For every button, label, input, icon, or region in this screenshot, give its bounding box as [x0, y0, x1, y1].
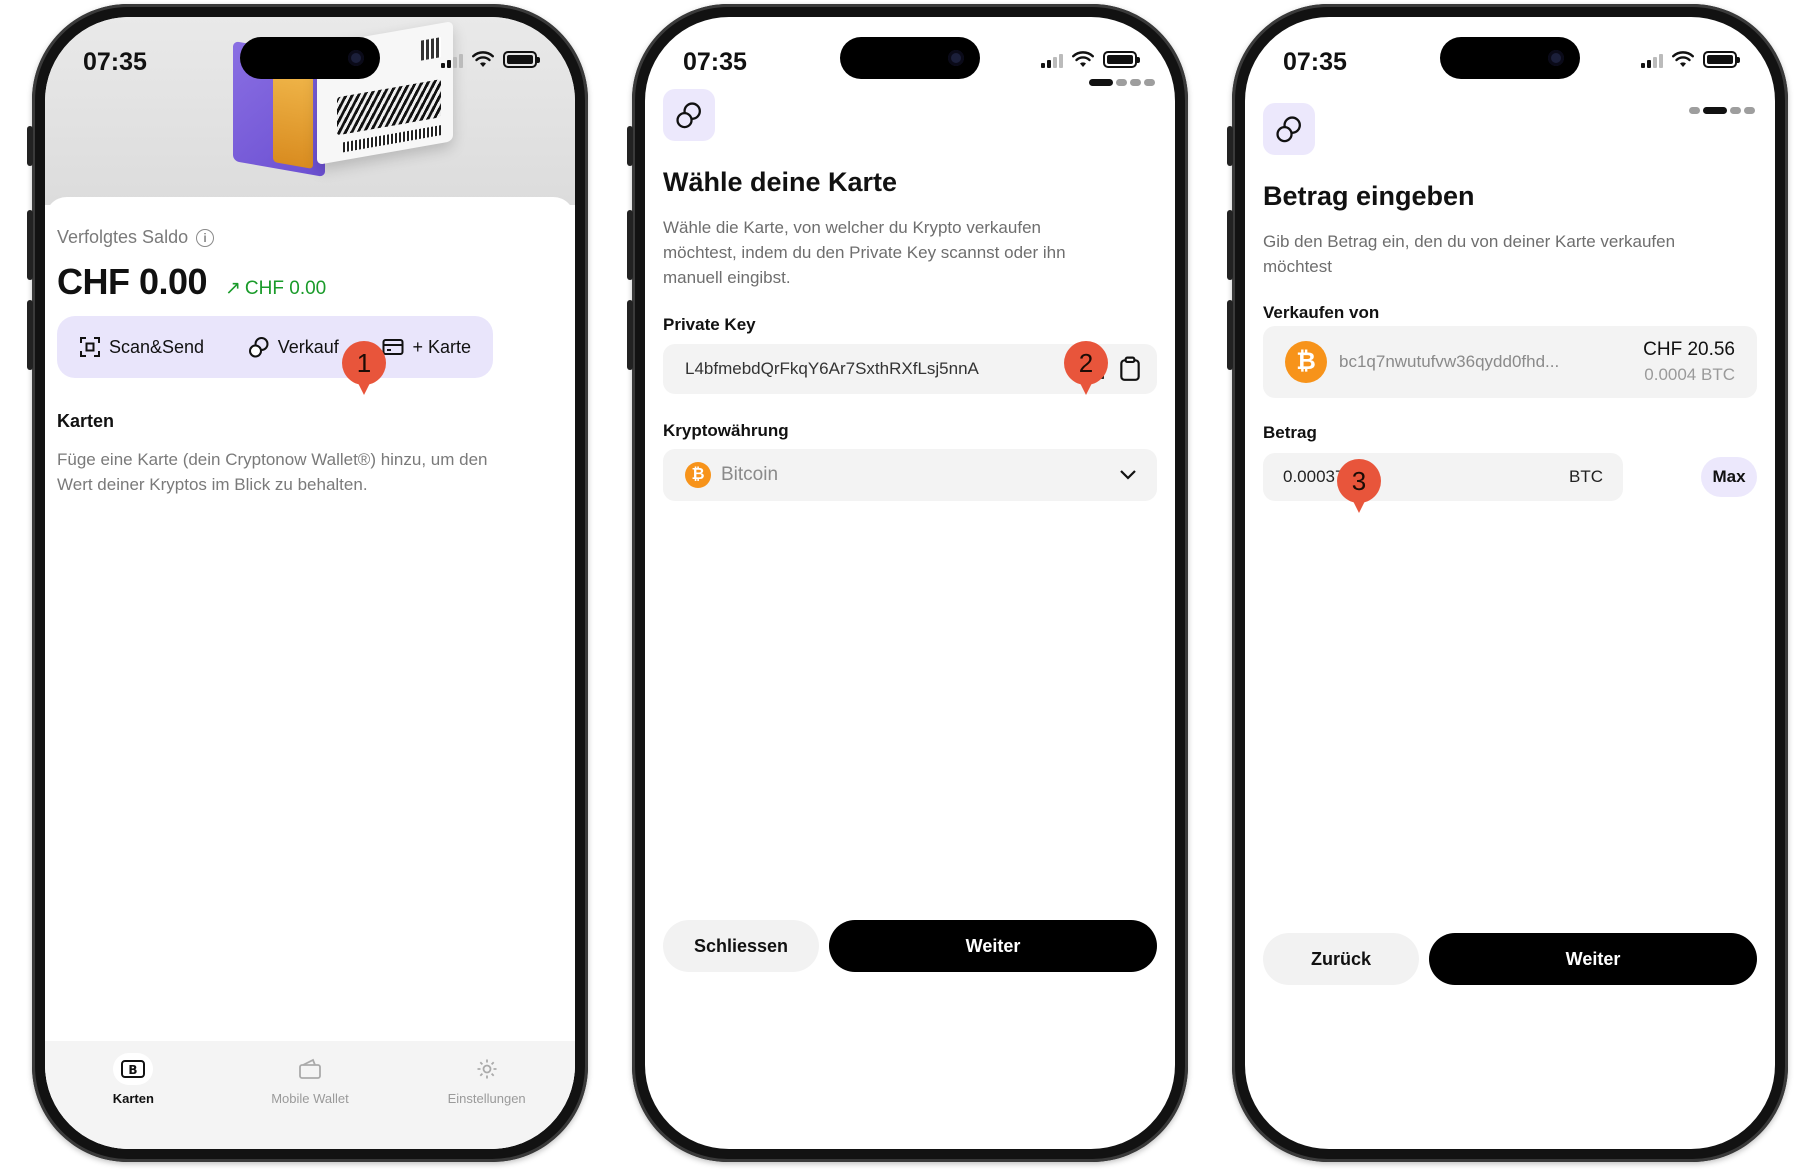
status-bar: 07:35: [645, 17, 1175, 89]
sell-button[interactable]: Verkauf: [248, 336, 339, 358]
card-address: bc1q7nwutufvw36qydd0fhd...: [1339, 352, 1560, 371]
scan-icon: [80, 337, 100, 357]
step-marker-1: 1: [342, 341, 386, 395]
select-card-screen: 07:35 Wähle deine Karte Wähle die Karte,…: [645, 17, 1175, 1149]
status-bar: 07:35: [1245, 17, 1775, 89]
gear-icon: [477, 1059, 497, 1079]
page-title: Wähle deine Karte: [663, 167, 898, 197]
tab-cards[interactable]: B Karten: [68, 1053, 198, 1149]
exchange-coins-icon: [248, 337, 269, 358]
phone-frame-home: 07:35 Verfolgtes Saldo i CHF 0.00 ↗ CHF …: [27, 4, 588, 1162]
card-balance-crypto: 0.0004 BTC: [1644, 365, 1735, 384]
cellular-signal-icon: [441, 52, 463, 68]
currency-selected: Bitcoin: [721, 464, 779, 485]
wifi-icon: [472, 51, 494, 67]
battery-icon: [503, 51, 540, 68]
tracked-balance-label: Verfolgtes Saldo i: [57, 227, 215, 248]
wifi-icon: [1672, 51, 1694, 67]
status-time: 07:35: [83, 48, 147, 76]
tab-mobile-wallet[interactable]: Mobile Wallet: [245, 1053, 375, 1149]
next-button[interactable]: Weiter: [829, 920, 1157, 972]
status-bar: 07:35: [45, 17, 575, 89]
scan-send-button[interactable]: Scan&Send: [79, 336, 204, 358]
back-button[interactable]: Zurück: [1263, 933, 1419, 985]
bitcoin-icon: ₿: [685, 462, 711, 488]
phone-frame-enter-amount: 07:35 Betrag eingeben Gib den Betrag ein…: [1227, 4, 1788, 1162]
svg-text:B: B: [129, 1063, 138, 1077]
quick-actions: Scan&Send Verkauf + Karte: [57, 316, 493, 378]
dynamic-island: [240, 37, 380, 79]
step-marker-2: 2: [1064, 341, 1108, 395]
chevron-down-icon: [1120, 470, 1136, 480]
cards-empty-hint: Füge eine Karte (dein Cryptonow Wallet®)…: [57, 450, 488, 494]
cellular-signal-icon: [1641, 52, 1663, 68]
home-content: Verfolgtes Saldo i CHF 0.00 ↗ CHF 0.00 S…: [45, 197, 575, 1149]
status-time: 07:35: [1283, 48, 1347, 76]
wifi-icon: [1072, 51, 1094, 67]
battery-icon: [1703, 51, 1740, 68]
arrow-up-right-icon: ↗: [225, 278, 241, 299]
step-marker-3: 3: [1337, 459, 1381, 513]
status-time: 07:35: [683, 48, 747, 76]
tab-settings[interactable]: Einstellungen: [422, 1053, 552, 1149]
info-icon[interactable]: i: [196, 228, 215, 247]
exchange-icon-tile: [663, 89, 715, 141]
next-button[interactable]: Weiter: [1429, 933, 1757, 985]
close-button[interactable]: Schliessen: [663, 920, 819, 972]
tab-bar: B Karten Mobile Wallet Einstellungen: [45, 1041, 575, 1149]
wallet-icon: [299, 1058, 321, 1079]
cards-section-title: Karten: [57, 411, 115, 431]
private-key-input[interactable]: L4bfmebdQrFkqY6Ar7SxthRXfLsj5nnAH: [663, 359, 979, 379]
currency-label: Kryptowährung: [663, 421, 789, 440]
amount-unit: BTC: [1569, 467, 1603, 486]
amount-label: Betrag: [1263, 423, 1317, 442]
balance-change: ↗ CHF 0.00: [225, 277, 327, 300]
dynamic-island: [840, 37, 980, 79]
dynamic-island: [1440, 37, 1580, 79]
clipboard-icon[interactable]: [1119, 356, 1141, 382]
exchange-coins-icon: [1276, 116, 1301, 143]
exchange-coins-icon: [676, 102, 701, 129]
bitcoin-icon: ₿: [1285, 341, 1327, 383]
phone-frame-select-card: 07:35 Wähle deine Karte Wähle die Karte,…: [627, 4, 1188, 1162]
amount-input[interactable]: 0.0003737 BTC: [1263, 453, 1623, 501]
card-icon: [382, 339, 404, 355]
sell-from-label: Verkaufen von: [1263, 303, 1380, 322]
exchange-icon-tile: [1263, 103, 1315, 155]
add-card-button[interactable]: + Karte: [382, 336, 471, 358]
enter-amount-screen: 07:35 Betrag eingeben Gib den Betrag ein…: [1245, 17, 1775, 1149]
source-card: ₿ bc1q7nwutufvw36qydd0fhd... CHF 20.56 0…: [1263, 326, 1757, 398]
bitcoin-card-icon: B: [121, 1060, 146, 1078]
step-progress: [1689, 107, 1755, 114]
currency-select[interactable]: ₿ Bitcoin: [663, 449, 1157, 501]
card-balance-fiat: CHF 20.56: [1643, 339, 1735, 360]
home-screen: 07:35 Verfolgtes Saldo i CHF 0.00 ↗ CHF …: [45, 17, 575, 1149]
cellular-signal-icon: [1041, 52, 1063, 68]
battery-icon: [1103, 51, 1140, 68]
max-button[interactable]: Max: [1701, 457, 1757, 497]
balance-value: CHF 0.00: [57, 261, 208, 302]
page-description: Wähle die Karte, von welcher du Krypto v…: [663, 218, 1066, 287]
private-key-label: Private Key: [663, 315, 756, 334]
page-title: Betrag eingeben: [1263, 181, 1475, 211]
page-description: Gib den Betrag ein, den du von deiner Ka…: [1263, 232, 1676, 276]
